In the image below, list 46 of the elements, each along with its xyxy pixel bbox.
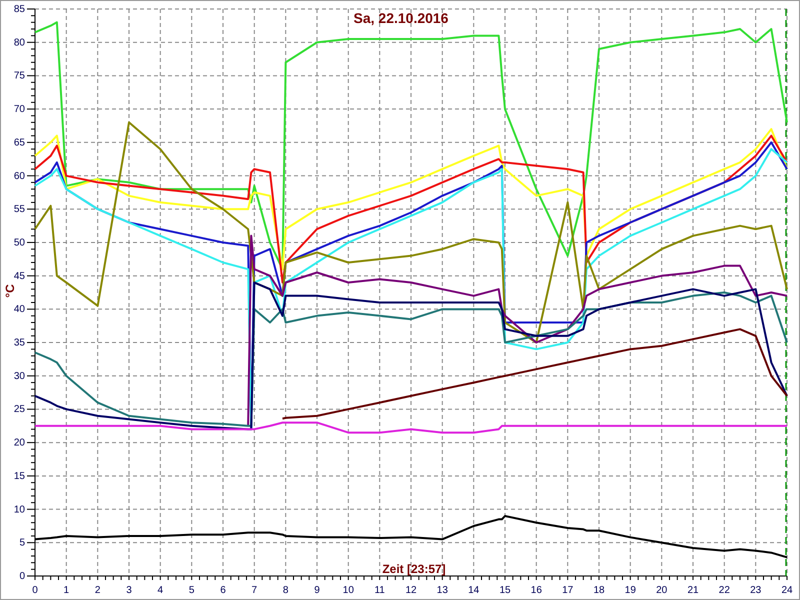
- x-tick-label: 24: [781, 585, 793, 596]
- y-tick-label: 20: [14, 438, 25, 449]
- x-axis-label: Zeit [23:57]: [382, 562, 446, 576]
- y-tick-label: 10: [14, 504, 25, 516]
- x-tick-label: 10: [342, 585, 354, 596]
- y-tick-label: 0: [19, 571, 25, 582]
- y-tick-label: 60: [14, 170, 25, 182]
- x-tick-label: 13: [436, 585, 448, 596]
- y-tick-label: 5: [19, 538, 25, 549]
- x-tick-label: 1: [64, 585, 70, 596]
- chart-title: Sa, 22.10.2016: [354, 10, 448, 26]
- x-tick-label: 16: [530, 585, 542, 596]
- x-tick-label: 5: [188, 585, 194, 596]
- x-tick-label: 0: [32, 585, 38, 596]
- y-tick-label: 65: [14, 137, 25, 148]
- y-tick-label: 40: [14, 304, 25, 316]
- x-tick-label: 11: [374, 585, 385, 596]
- x-tick-label: 17: [562, 585, 574, 596]
- y-tick-label: 45: [14, 270, 25, 282]
- x-tick-label: 2: [94, 585, 100, 596]
- x-tick-label: 19: [624, 585, 636, 596]
- x-tick-label: 12: [405, 585, 417, 596]
- y-axis-label: °C: [3, 284, 17, 298]
- y-tick-label: 30: [14, 370, 25, 382]
- x-tick-label: 21: [687, 585, 699, 596]
- x-tick-label: 8: [282, 585, 288, 596]
- x-tick-label: 4: [158, 585, 164, 596]
- y-tick-label: 50: [14, 237, 25, 248]
- x-tick-label: 7: [252, 585, 258, 596]
- x-tick-label: 20: [656, 585, 668, 596]
- x-tick-label: 6: [220, 585, 226, 596]
- y-tick-label: 85: [14, 4, 25, 15]
- x-tick-label: 15: [499, 585, 511, 596]
- y-tick-label: 70: [14, 104, 25, 116]
- x-tick-label: 22: [718, 585, 730, 596]
- x-tick-label: 14: [468, 585, 480, 596]
- y-tick-label: 35: [14, 338, 25, 349]
- y-tick-label: 15: [14, 470, 25, 482]
- x-tick-label: 3: [126, 585, 132, 596]
- y-tick-label: 75: [14, 70, 25, 82]
- y-tick-label: 80: [14, 37, 25, 48]
- y-tick-label: 55: [14, 204, 25, 216]
- x-tick-label: 23: [750, 585, 762, 596]
- x-tick-label: 9: [314, 585, 320, 596]
- x-tick-label: 18: [593, 585, 605, 596]
- y-tick-label: 25: [14, 404, 25, 416]
